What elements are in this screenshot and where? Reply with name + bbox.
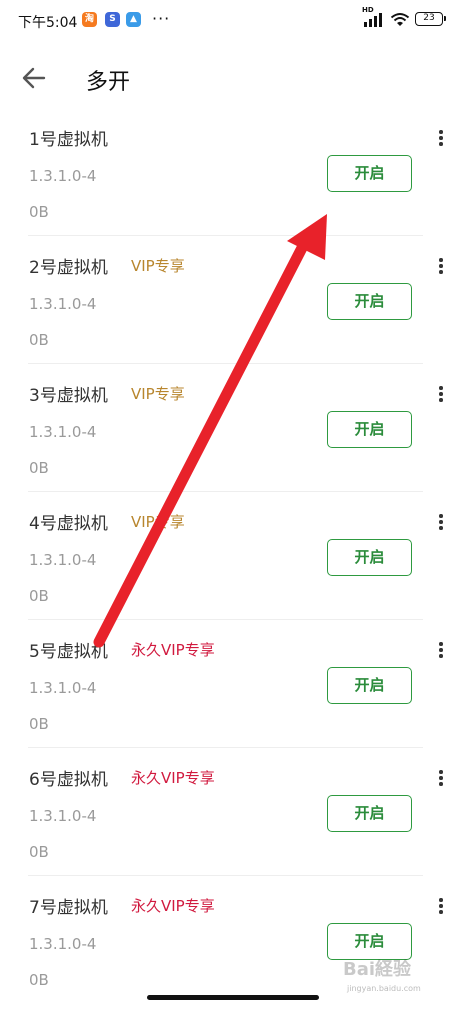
more-options-icon[interactable] xyxy=(434,642,448,662)
open-button[interactable]: 开启 xyxy=(327,795,412,832)
vm-name: 3号虚拟机 xyxy=(29,386,108,406)
more-options-icon[interactable] xyxy=(434,514,448,534)
permanent-vip-badge: 永久VIP专享 xyxy=(131,769,215,787)
watermark: Bai経验 jingyan.baidu.com xyxy=(343,955,463,999)
vm-name: 4号虚拟机 xyxy=(29,514,108,534)
vm-size: 0B xyxy=(29,971,49,989)
permanent-vip-badge: 永久VIP专享 xyxy=(131,897,215,915)
vip-badge: VIP专享 xyxy=(131,513,185,531)
battery-indicator: 23 xyxy=(415,12,446,26)
cell-signal-icon xyxy=(364,13,382,27)
vip-badge: VIP专享 xyxy=(131,385,185,403)
vm-version: 1.3.1.0-4 xyxy=(29,167,97,185)
vm-name: 7号虚拟机 xyxy=(29,898,108,918)
vm-version: 1.3.1.0-4 xyxy=(29,295,97,313)
more-options-icon[interactable] xyxy=(434,770,448,790)
vm-size: 0B xyxy=(29,843,49,861)
watermark-url: jingyan.baidu.com xyxy=(347,984,421,993)
list-item: 4号虚拟机 VIP专享 1.3.1.0-4 0B 开启 xyxy=(0,492,465,620)
vm-size: 0B xyxy=(29,715,49,733)
vm-name: 6号虚拟机 xyxy=(29,770,108,790)
list-item: 3号虚拟机 VIP专享 1.3.1.0-4 0B 开启 xyxy=(0,364,465,492)
more-notifications-indicator: ··· xyxy=(152,9,171,28)
vm-name: 2号虚拟机 xyxy=(29,258,108,278)
list-item: 6号虚拟机 永久VIP专享 1.3.1.0-4 0B 开启 xyxy=(0,748,465,876)
open-button[interactable]: 开启 xyxy=(327,283,412,320)
vm-size: 0B xyxy=(29,203,49,221)
vm-version: 1.3.1.0-4 xyxy=(29,807,97,825)
vm-size: 0B xyxy=(29,331,49,349)
back-arrow-icon[interactable] xyxy=(18,62,50,94)
status-time: 下午5:04 xyxy=(18,15,78,31)
vm-size: 0B xyxy=(29,587,49,605)
taobao-notification-icon: 淘 xyxy=(82,12,97,27)
vm-version: 1.3.1.0-4 xyxy=(29,423,97,441)
open-button[interactable]: 开启 xyxy=(327,411,412,448)
open-button[interactable]: 开启 xyxy=(327,155,412,192)
vm-version: 1.3.1.0-4 xyxy=(29,551,97,569)
home-indicator[interactable] xyxy=(147,995,319,1000)
list-item: 1号虚拟机 1.3.1.0-4 0B 开启 xyxy=(0,108,465,236)
vm-size: 0B xyxy=(29,459,49,477)
vm-name: 5号虚拟机 xyxy=(29,642,108,662)
vm-version: 1.3.1.0-4 xyxy=(29,935,97,953)
open-button[interactable]: 开启 xyxy=(327,667,412,704)
vm-name: 1号虚拟机 xyxy=(29,130,108,150)
permanent-vip-badge: 永久VIP专享 xyxy=(131,641,215,659)
more-options-icon[interactable] xyxy=(434,258,448,278)
status-bar: 下午5:04 淘 S ▲ ··· HD 23 xyxy=(0,0,465,40)
open-button[interactable]: 开启 xyxy=(327,539,412,576)
more-options-icon[interactable] xyxy=(434,898,448,918)
more-options-icon[interactable] xyxy=(434,386,448,406)
vm-list: 1号虚拟机 1.3.1.0-4 0B 开启 2号虚拟机 VIP专享 1.3.1.… xyxy=(0,108,465,1004)
list-item: 5号虚拟机 永久VIP专享 1.3.1.0-4 0B 开启 xyxy=(0,620,465,748)
app-notification-icon: S xyxy=(105,12,120,27)
more-options-icon[interactable] xyxy=(434,130,448,150)
list-item: 2号虚拟机 VIP专享 1.3.1.0-4 0B 开启 xyxy=(0,236,465,364)
app-header: 多开 xyxy=(0,50,465,106)
watermark-logo: Bai経验 xyxy=(343,959,412,980)
vm-version: 1.3.1.0-4 xyxy=(29,679,97,697)
vip-badge: VIP专享 xyxy=(131,257,185,275)
gallery-notification-icon: ▲ xyxy=(126,12,141,27)
page-title: 多开 xyxy=(86,70,131,95)
wifi-icon xyxy=(390,13,410,26)
